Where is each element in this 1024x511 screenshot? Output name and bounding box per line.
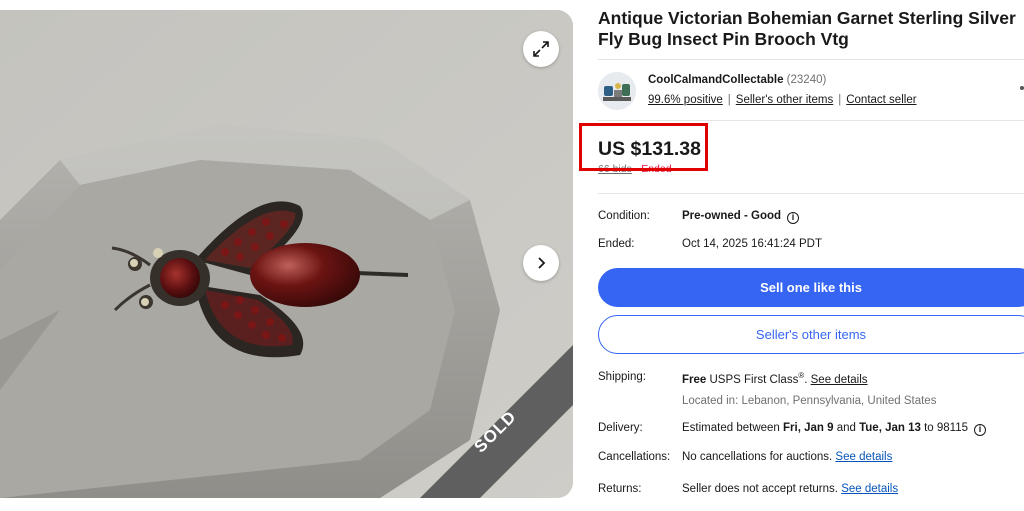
seller-name[interactable]: CoolCalmandCollectable xyxy=(648,74,783,86)
cancellations-text: No cancellations for auctions. xyxy=(682,451,833,463)
delivery-end: Tue, Jan 13 xyxy=(859,422,921,434)
link-separator: | xyxy=(727,94,731,106)
seller-feedback-count: (23240) xyxy=(786,74,827,86)
ended-label: Ended: xyxy=(598,238,635,250)
condition-value: Pre-owned - Good xyxy=(682,210,782,222)
expand-icon xyxy=(533,41,549,57)
shipping-service: USPS First Class xyxy=(709,373,799,386)
seller-card: CoolCalmandCollectable (23240) 99.6% pos… xyxy=(598,59,1024,121)
more-options-icon[interactable] xyxy=(1020,86,1024,90)
delivery-prefix: Estimated between xyxy=(682,422,780,434)
cancellations-value: No cancellations for auctions. See detai… xyxy=(682,451,892,463)
sellers-other-items-button[interactable]: Seller's other items xyxy=(598,315,1024,354)
condition-label: Condition: xyxy=(598,210,650,222)
link-separator: | xyxy=(838,94,842,106)
shipping-location: Located in: Lebanon, Pennsylvania, Unite… xyxy=(682,395,937,407)
delivery-zip: to 98115 xyxy=(924,422,969,434)
seller-other-items-link[interactable]: Seller's other items xyxy=(736,94,833,106)
listing-info-panel: Antique Victorian Bohemian Garnet Sterli… xyxy=(598,8,1024,50)
cancellations-label: Cancellations: xyxy=(598,451,671,463)
contact-seller-link[interactable]: Contact seller xyxy=(846,94,916,106)
chevron-right-icon xyxy=(538,257,546,269)
listing-title: Antique Victorian Bohemian Garnet Sterli… xyxy=(598,8,1016,49)
delivery-and: and xyxy=(836,422,856,434)
delivery-info-icon[interactable]: i xyxy=(974,424,987,436)
shipping-value: Free USPS First Class®. See details xyxy=(682,371,868,386)
seller-name-line: CoolCalmandCollectable (23240) xyxy=(648,74,826,86)
seller-links: 99.6% positive | Seller's other items | … xyxy=(648,94,917,106)
next-image-button[interactable] xyxy=(523,245,559,281)
product-image-gallery[interactable]: SOLD xyxy=(0,10,573,498)
ended-value: Oct 14, 2025 16:41:24 PDT xyxy=(682,238,823,250)
shipping-free: Free xyxy=(682,373,707,386)
shipping-see-details-link[interactable]: See details xyxy=(811,374,868,386)
price-highlight-box xyxy=(579,123,708,171)
shipping-period: . xyxy=(804,373,808,386)
seller-positive-link[interactable]: 99.6% positive xyxy=(648,94,723,106)
seller-avatar[interactable] xyxy=(598,72,636,110)
returns-value: Seller does not accept returns. See deta… xyxy=(682,483,898,495)
delivery-label: Delivery: xyxy=(598,422,643,434)
delivery-value: Estimated between Fri, Jan 9 and Tue, Ja… xyxy=(682,422,987,436)
seller-avatar-image xyxy=(598,72,636,110)
expand-image-button[interactable] xyxy=(523,31,559,67)
shipping-label: Shipping: xyxy=(598,371,646,383)
delivery-start: Fri, Jan 9 xyxy=(783,422,834,434)
returns-label: Returns: xyxy=(598,483,642,495)
info-icon[interactable]: i xyxy=(787,212,800,224)
condition-value-wrap: Pre-owned - Good i xyxy=(682,210,800,224)
returns-text: Seller does not accept returns. xyxy=(682,483,838,495)
returns-see-details-link[interactable]: See details xyxy=(841,483,898,495)
divider xyxy=(598,193,1024,194)
cancellations-see-details-link[interactable]: See details xyxy=(835,451,892,463)
sell-one-like-this-button[interactable]: Sell one like this xyxy=(598,268,1024,307)
